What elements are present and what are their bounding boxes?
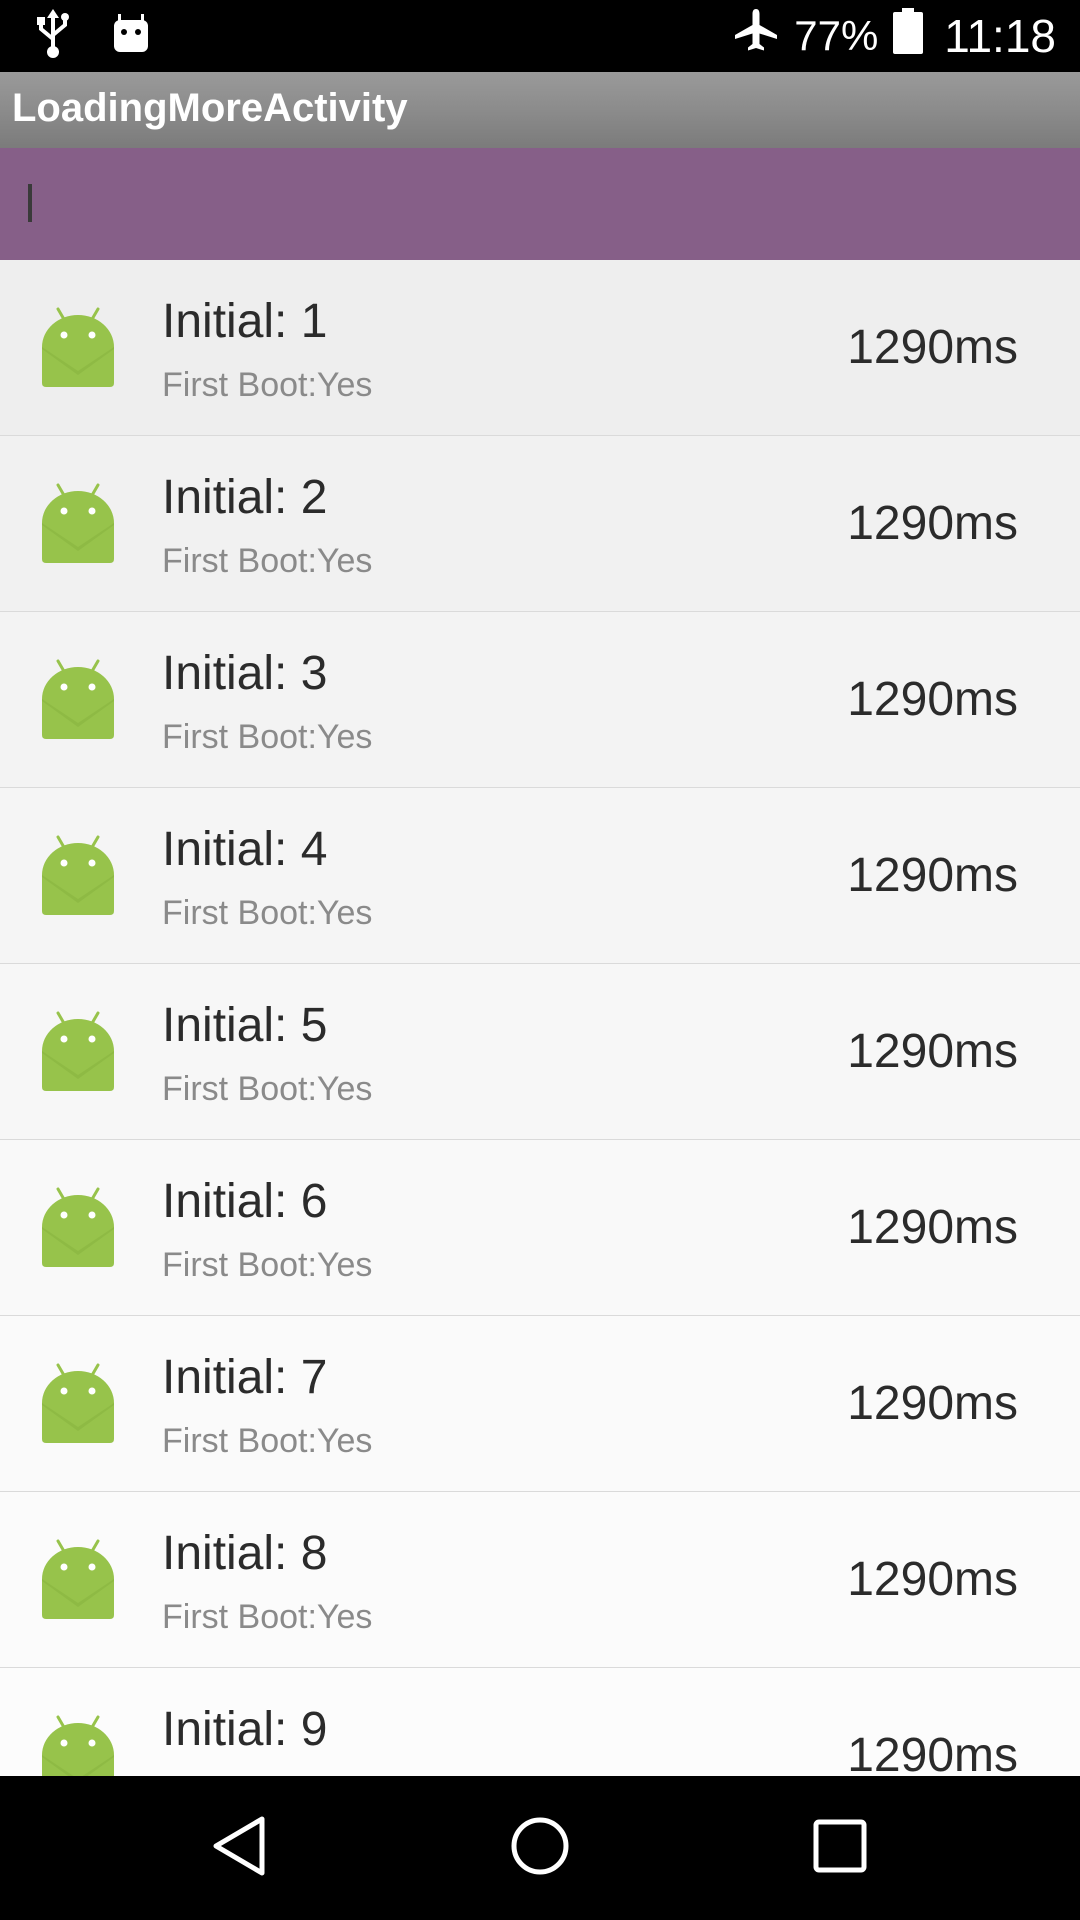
list-item[interactable]: Initial: 4 First Boot:Yes 1290ms: [0, 788, 1080, 965]
item-title: Initial: 7: [162, 1351, 328, 1404]
item-title: Initial: 6: [162, 1175, 328, 1228]
list-item[interactable]: Initial: 9 1290ms: [0, 1668, 1080, 1776]
item-title: Initial: 5: [162, 999, 328, 1052]
list-item[interactable]: Initial: 2 First Boot:Yes 1290ms: [0, 436, 1080, 613]
android-icon: [36, 657, 120, 741]
android-icon: [36, 1537, 120, 1621]
item-title: Initial: 4: [162, 823, 328, 876]
results-list[interactable]: Initial: 1 First Boot:Yes 1290ms Initial: 2…: [0, 260, 1080, 1776]
item-subtitle: First Boot:Yes: [162, 1246, 373, 1284]
list-item[interactable]: Initial: 8 First Boot:Yes 1290ms: [0, 1492, 1080, 1669]
back-icon: [210, 1815, 270, 1882]
status-notifications: [36, 8, 150, 64]
action-bar: LoadingMoreActivity: [0, 72, 1080, 148]
list-item[interactable]: Initial: 1 First Boot:Yes 1290ms: [0, 260, 1080, 437]
android-icon: [36, 305, 120, 389]
battery-percent: 77%: [794, 12, 879, 59]
android-icon: [36, 1713, 120, 1776]
item-subtitle: First Boot:Yes: [162, 1070, 373, 1108]
item-time: 1290ms: [847, 1201, 1018, 1254]
recents-icon: [812, 1818, 868, 1879]
battery-icon: [892, 7, 924, 65]
screen: 77% 11:18 LoadingMoreActivity Initial: 1…: [0, 0, 1080, 1920]
list-item[interactable]: Initial: 6 First Boot:Yes 1290ms: [0, 1140, 1080, 1317]
home-button[interactable]: [460, 1776, 620, 1920]
item-time: 1290ms: [847, 497, 1018, 550]
item-title: Initial: 8: [162, 1527, 328, 1580]
item-subtitle: First Boot:Yes: [162, 542, 373, 580]
android-icon: [36, 833, 120, 917]
activity-title: LoadingMoreActivity: [12, 86, 408, 130]
list-item[interactable]: Initial: 3 First Boot:Yes 1290ms: [0, 612, 1080, 789]
status-bar: 77% 11:18: [0, 0, 1080, 72]
item-title: Initial: 3: [162, 647, 328, 700]
item-time: 1290ms: [847, 1025, 1018, 1078]
android-icon: [36, 481, 120, 565]
item-subtitle: First Boot:Yes: [162, 894, 373, 932]
android-icon: [36, 1185, 120, 1269]
item-subtitle: First Boot:Yes: [162, 718, 373, 756]
android-icon: [36, 1009, 120, 1093]
item-time: 1290ms: [847, 849, 1018, 902]
usb-icon: [36, 8, 70, 64]
item-subtitle: First Boot:Yes: [162, 1598, 373, 1636]
item-title: Initial: 1: [162, 295, 328, 348]
home-icon: [509, 1815, 571, 1882]
text-input-bar[interactable]: [0, 148, 1080, 260]
list-item[interactable]: Initial: 7 First Boot:Yes 1290ms: [0, 1316, 1080, 1493]
item-time: 1290ms: [847, 1553, 1018, 1606]
item-time: 1290ms: [847, 1377, 1018, 1430]
list-item[interactable]: Initial: 5 First Boot:Yes 1290ms: [0, 964, 1080, 1141]
item-time: 1290ms: [847, 321, 1018, 374]
status-indicators: 77% 11:18: [732, 0, 1056, 72]
android-debug-icon: [112, 12, 150, 61]
item-subtitle: First Boot:Yes: [162, 1422, 373, 1460]
item-title: Initial: 9: [162, 1703, 328, 1756]
android-icon: [36, 1361, 120, 1445]
text-cursor: [28, 184, 32, 222]
item-title: Initial: 2: [162, 471, 328, 524]
item-time: 1290ms: [847, 1729, 1018, 1776]
recents-button[interactable]: [760, 1776, 920, 1920]
item-time: 1290ms: [847, 673, 1018, 726]
item-subtitle: First Boot:Yes: [162, 366, 373, 404]
back-button[interactable]: [160, 1776, 320, 1920]
navigation-bar: [0, 1776, 1080, 1920]
clock: 11:18: [944, 10, 1056, 62]
airplane-icon: [732, 7, 780, 65]
